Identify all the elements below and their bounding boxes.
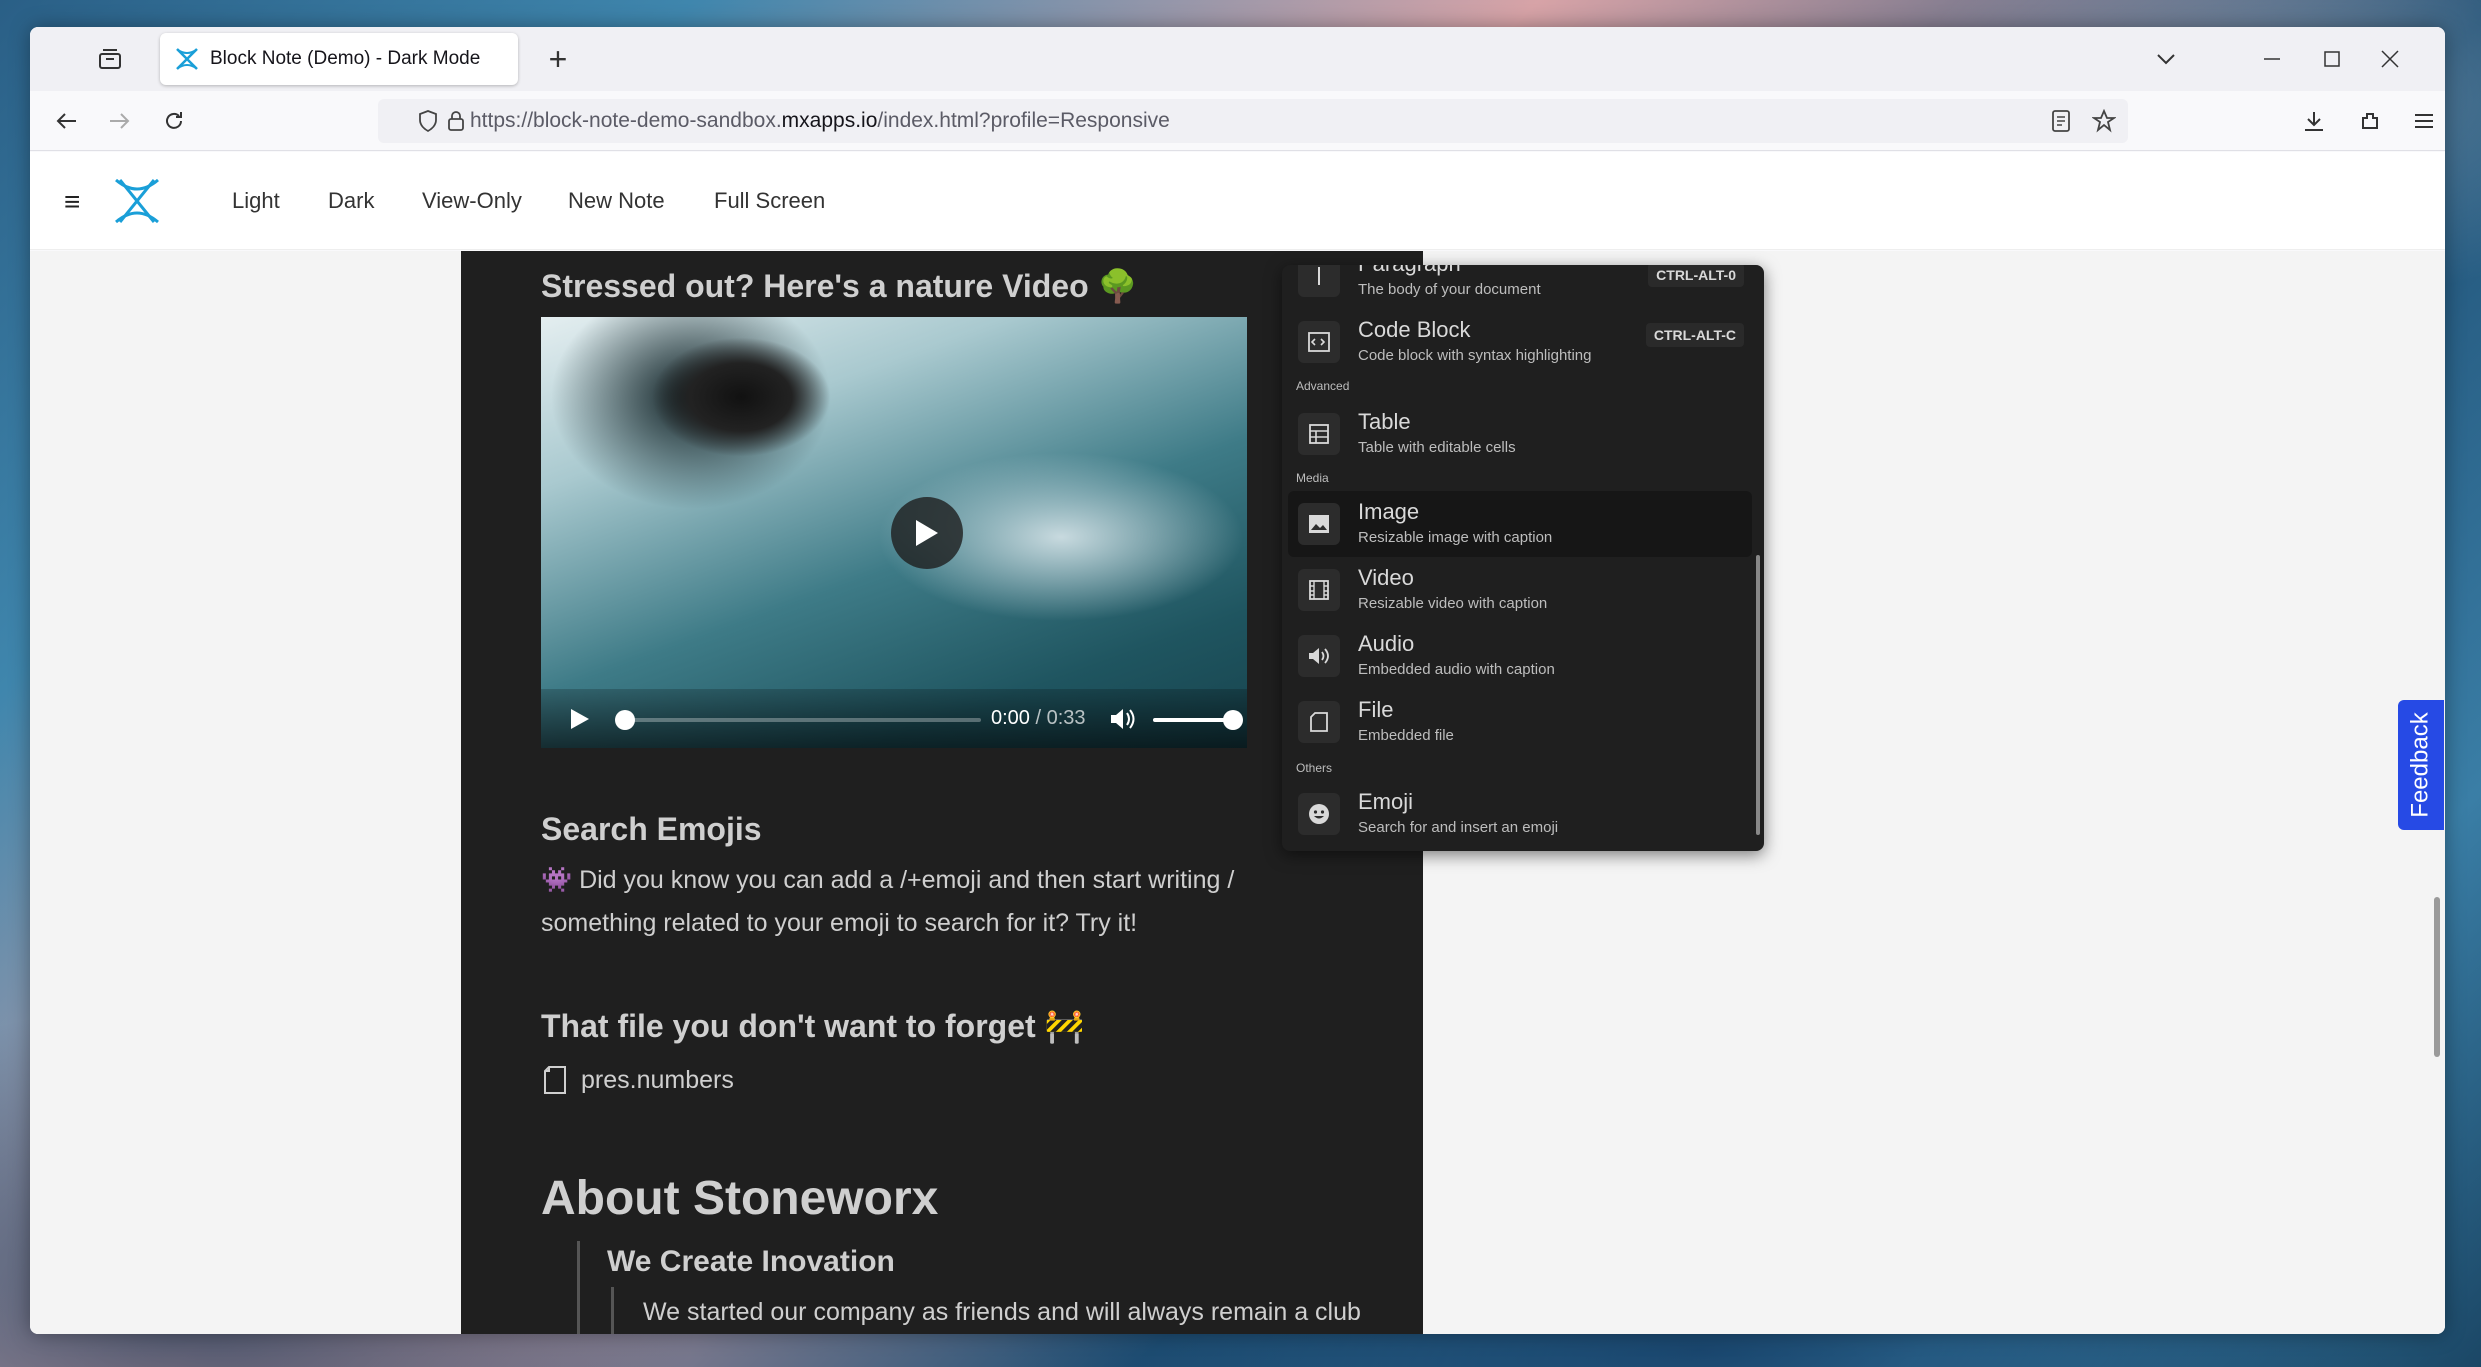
video-heading[interactable]: Stressed out? Here's a nature Video 🌳 <box>541 267 1137 305</box>
file-icon <box>544 1066 566 1094</box>
url-text: https://block-note-demo-sandbox.mxapps.i… <box>470 109 1170 132</box>
file-name: pres.numbers <box>581 1065 734 1094</box>
create-paragraph[interactable]: We started our company as friends and wi… <box>643 1291 1363 1334</box>
menu-item-title: File <box>1358 697 1394 722</box>
downloads-icon[interactable] <box>2296 103 2332 139</box>
nested-block-line <box>577 1241 580 1334</box>
menu-item-subtitle: Table with editable cells <box>1358 439 1516 456</box>
menu-item-subtitle: Resizable video with caption <box>1358 595 1548 612</box>
back-arrow-icon[interactable] <box>48 103 84 139</box>
lock-icon[interactable] <box>448 111 464 131</box>
feedback-button[interactable]: Feedback <box>2398 700 2444 830</box>
app-logo[interactable] <box>110 174 164 228</box>
film-icon <box>1298 569 1340 611</box>
video-frame <box>651 337 831 457</box>
menu-item-subtitle: Code block with syntax highlighting <box>1358 347 1592 364</box>
menu-item-title: Video <box>1358 565 1414 590</box>
list-tabs-icon[interactable] <box>2146 41 2186 77</box>
app-menu-icon[interactable] <box>2406 103 2442 139</box>
menu-item-title: Emoji <box>1358 789 1414 814</box>
bookmark-star-icon[interactable] <box>2092 109 2116 133</box>
menu-item-title: Code Block <box>1358 317 1471 342</box>
menu-item-title: Audio <box>1358 631 1415 656</box>
emoji-heading[interactable]: Search Emojis <box>541 811 762 848</box>
table-icon <box>1298 413 1340 455</box>
page-scrollbar[interactable] <box>2434 897 2440 1057</box>
tab-title: Block Note (Demo) - Dark Mode <box>210 48 481 69</box>
group-label-others: Others <box>1296 761 1333 775</box>
speaker-icon <box>1298 635 1340 677</box>
menu-item-table[interactable]: Table Table with editable cells <box>1288 401 1752 467</box>
reload-icon[interactable] <box>156 103 192 139</box>
smiley-icon <box>1298 793 1340 835</box>
group-label-media: Media <box>1296 471 1329 485</box>
feedback-label: Feedback <box>2407 712 2434 818</box>
code-icon <box>1298 321 1340 363</box>
forward-arrow-icon[interactable] <box>102 103 138 139</box>
video-progress-bar[interactable] <box>621 718 981 722</box>
menu-item-audio[interactable]: Audio Embedded audio with caption <box>1288 623 1752 689</box>
nested-block-line-2 <box>611 1287 614 1334</box>
editor[interactable]: Stressed out? Here's a nature Video 🌳 0:… <box>461 251 1423 1334</box>
menu-item-subtitle: The body of your document <box>1358 281 1541 298</box>
menu-light[interactable]: Light <box>232 188 280 214</box>
navigation-bar: https://block-note-demo-sandbox.mxapps.i… <box>30 91 2445 151</box>
menu-scrollbar[interactable] <box>1756 555 1760 835</box>
volume-icon[interactable] <box>1109 706 1137 732</box>
shortcut-badge: CTRL-ALT-0 <box>1648 265 1744 287</box>
image-icon <box>1298 503 1340 545</box>
tab-overview-icon[interactable] <box>92 41 128 77</box>
hamburger-menu-icon[interactable]: ≡ <box>64 186 80 218</box>
video-progress-handle[interactable] <box>615 710 635 730</box>
menu-item-subtitle: Embedded audio with caption <box>1358 661 1555 678</box>
menu-new-note[interactable]: New Note <box>568 188 665 214</box>
shield-icon[interactable] <box>418 110 438 132</box>
create-heading[interactable]: We Create Inovation <box>607 1245 895 1279</box>
menu-dark[interactable]: Dark <box>328 188 374 214</box>
slash-command-menu: Paragraph The body of your document CTRL… <box>1282 265 1764 851</box>
tab-strip: Block Note (Demo) - Dark Mode + <box>30 27 2445 91</box>
reader-view-icon[interactable] <box>2052 110 2070 132</box>
menu-item-code-block[interactable]: Code Block Code block with syntax highli… <box>1288 309 1752 375</box>
app-logo-icon <box>176 48 198 70</box>
menu-full-screen[interactable]: Full Screen <box>714 188 825 214</box>
group-label-advanced: Advanced <box>1296 379 1350 393</box>
volume-slider[interactable] <box>1153 718 1233 722</box>
menu-item-emoji[interactable]: Emoji Search for and insert an emoji <box>1288 781 1752 847</box>
menu-item-title: Table <box>1358 409 1411 434</box>
video-time: 0:00 / 0:33 <box>991 707 1086 729</box>
emoji-paragraph[interactable]: 👾 Did you know you can add a /+emoji and… <box>541 859 1341 945</box>
menu-item-subtitle: Embedded file <box>1358 727 1454 744</box>
menu-view-only[interactable]: View-Only <box>422 188 522 214</box>
menu-item-paragraph[interactable]: Paragraph The body of your document CTRL… <box>1288 265 1752 309</box>
menu-item-subtitle: Search for and insert an emoji <box>1358 819 1559 836</box>
play-icon[interactable] <box>569 707 591 731</box>
file-heading[interactable]: That file you don't want to forget 🚧 <box>541 1007 1084 1045</box>
about-heading[interactable]: About Stoneworx <box>541 1171 938 1226</box>
browser-tab[interactable]: Block Note (Demo) - Dark Mode <box>160 33 518 85</box>
volume-handle[interactable] <box>1223 710 1243 730</box>
close-window-button[interactable] <box>2370 41 2410 77</box>
paragraph-icon <box>1298 265 1340 297</box>
file-block[interactable]: pres.numbers <box>541 1065 734 1095</box>
menu-item-title: Image <box>1358 499 1420 524</box>
file-icon <box>1298 701 1340 743</box>
menu-item-file[interactable]: File Embedded file <box>1288 689 1752 755</box>
menu-item-subtitle: Resizable image with caption <box>1358 529 1553 546</box>
minimize-button[interactable] <box>2252 41 2292 77</box>
menu-item-image[interactable]: Image Resizable image with caption <box>1288 491 1752 557</box>
menu-item-video[interactable]: Video Resizable video with caption <box>1288 557 1752 623</box>
browser-window: Block Note (Demo) - Dark Mode + https://… <box>30 27 2445 1334</box>
menu-item-title: Paragraph <box>1358 265 1461 277</box>
new-tab-button[interactable]: + <box>540 41 576 77</box>
shortcut-badge: CTRL-ALT-C <box>1645 323 1744 347</box>
url-bar[interactable]: https://block-note-demo-sandbox.mxapps.i… <box>378 99 2128 143</box>
maximize-button[interactable] <box>2312 41 2352 77</box>
app-header: ≡ Light Dark View-Only New Note Full Scr… <box>30 152 2445 250</box>
video-controls: 0:00 / 0:33 <box>541 689 1247 748</box>
video-player[interactable]: 0:00 / 0:33 <box>541 317 1247 748</box>
play-overlay-icon[interactable] <box>891 497 963 569</box>
extensions-icon[interactable] <box>2352 103 2388 139</box>
